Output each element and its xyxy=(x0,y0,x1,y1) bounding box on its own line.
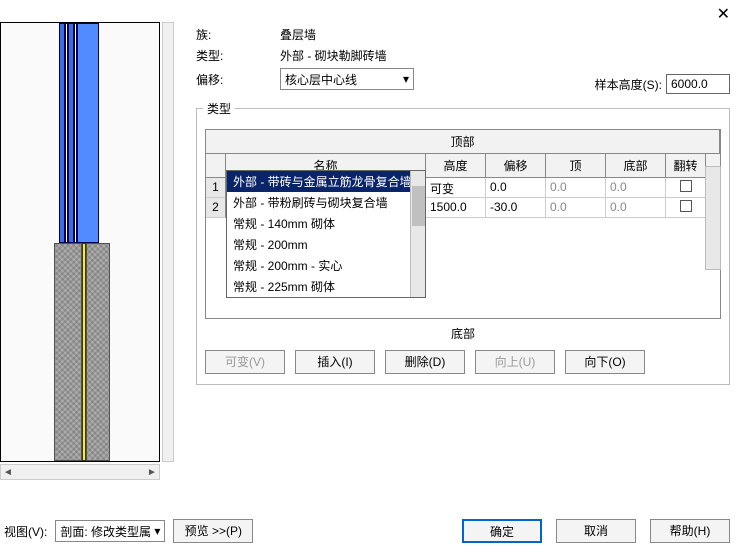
dropdown-option[interactable]: 常规 - 200mm xyxy=(227,234,425,255)
col-top: 顶 xyxy=(546,154,606,178)
col-bottom: 底部 xyxy=(606,154,666,178)
chevron-down-icon: ▾ xyxy=(154,524,160,538)
scroll-left-icon[interactable]: ◄ xyxy=(1,467,15,478)
view-combo[interactable]: 剖面: 修改类型属 ▾ xyxy=(55,520,165,542)
flip-checkbox[interactable] xyxy=(680,180,692,192)
chevron-down-icon: ▾ xyxy=(403,72,409,86)
offset-select-value: 核心层中心线 xyxy=(285,71,357,88)
col-height: 高度 xyxy=(426,154,486,178)
dropdown-option[interactable]: 常规 - 225mm 砌体 xyxy=(227,276,425,297)
help-button[interactable]: 帮助(H) xyxy=(650,519,730,543)
dropdown-option[interactable]: 常规 - 200mm - 实心 xyxy=(227,255,425,276)
preview-button[interactable]: 预览 >>(P) xyxy=(173,519,253,543)
variable-button: 可变(V) xyxy=(205,350,285,374)
dialog-footer: 视图(V): 剖面: 修改类型属 ▾ 预览 >>(P) 确定 取消 帮助(H) xyxy=(0,519,742,543)
dropdown-option[interactable]: 外部 - 带砖与金属立筋龙骨复合墙 xyxy=(227,171,425,192)
row-num: 2 xyxy=(206,198,226,218)
height-cell[interactable]: 可变 xyxy=(426,178,486,198)
type-fieldset: 类型 顶部 名称 高度 偏移 顶 底部 翻转 1 外部 - 带砖与金属立筋龙骨复… xyxy=(196,108,730,385)
top-cell: 0.0 xyxy=(546,198,606,218)
wall-preview xyxy=(0,22,160,462)
col-num xyxy=(206,154,226,178)
family-value: 叠层墙 xyxy=(280,26,316,43)
col-flip: 翻转 xyxy=(666,154,706,178)
dropdown-scrollbar[interactable] xyxy=(410,171,425,297)
view-label: 视图(V): xyxy=(4,523,47,540)
table-bottom-label: 底部 xyxy=(205,325,721,342)
preview-hscroll[interactable]: ◄ ► xyxy=(0,464,160,480)
type-table: 顶部 名称 高度 偏移 顶 底部 翻转 1 外部 - 带砖与金属立筋龙骨复合墙▾… xyxy=(205,129,721,319)
type-label: 类型: xyxy=(196,47,280,64)
close-icon[interactable]: ✕ xyxy=(717,4,730,24)
flip-cell[interactable] xyxy=(666,178,706,198)
bottom-cell: 0.0 xyxy=(606,178,666,198)
flip-cell[interactable] xyxy=(666,198,706,218)
name-dropdown[interactable]: 外部 - 带砖与金属立筋龙骨复合墙 外部 - 带粉刷砖与砌块复合墙 常规 - 1… xyxy=(226,170,426,298)
dropdown-option[interactable]: 外部 - 带粉刷砖与砌块复合墙 xyxy=(227,192,425,213)
table-top-header: 顶部 xyxy=(206,130,720,154)
down-button[interactable]: 向下(O) xyxy=(565,350,645,374)
top-cell: 0.0 xyxy=(546,178,606,198)
table-vscroll[interactable] xyxy=(705,166,721,270)
sample-height-input[interactable] xyxy=(666,74,730,94)
offset-label: 偏移: xyxy=(196,71,280,88)
flip-checkbox[interactable] xyxy=(680,200,692,212)
col-offset: 偏移 xyxy=(486,154,546,178)
height-cell[interactable]: 1500.0 xyxy=(426,198,486,218)
delete-button[interactable]: 删除(D) xyxy=(385,350,465,374)
dropdown-option[interactable]: 常规 - 140mm 砌体 xyxy=(227,213,425,234)
offset-cell[interactable]: 0.0 xyxy=(486,178,546,198)
type-value: 外部 - 砌块勒脚砖墙 xyxy=(280,47,387,64)
bottom-cell: 0.0 xyxy=(606,198,666,218)
family-label: 族: xyxy=(196,26,280,43)
cancel-button[interactable]: 取消 xyxy=(556,519,636,543)
scroll-right-icon[interactable]: ► xyxy=(145,467,159,478)
ok-button[interactable]: 确定 xyxy=(462,519,542,543)
insert-button[interactable]: 插入(I) xyxy=(295,350,375,374)
offset-cell[interactable]: -30.0 xyxy=(486,198,546,218)
offset-select[interactable]: 核心层中心线 ▾ xyxy=(280,68,414,90)
up-button: 向上(U) xyxy=(475,350,555,374)
preview-vscroll[interactable] xyxy=(162,22,174,462)
row-num: 1 xyxy=(206,178,226,198)
preview-panel: ◄ ► xyxy=(0,22,176,492)
type-legend: 类型 xyxy=(203,100,235,117)
sample-height-label: 样本高度(S): xyxy=(595,76,662,93)
